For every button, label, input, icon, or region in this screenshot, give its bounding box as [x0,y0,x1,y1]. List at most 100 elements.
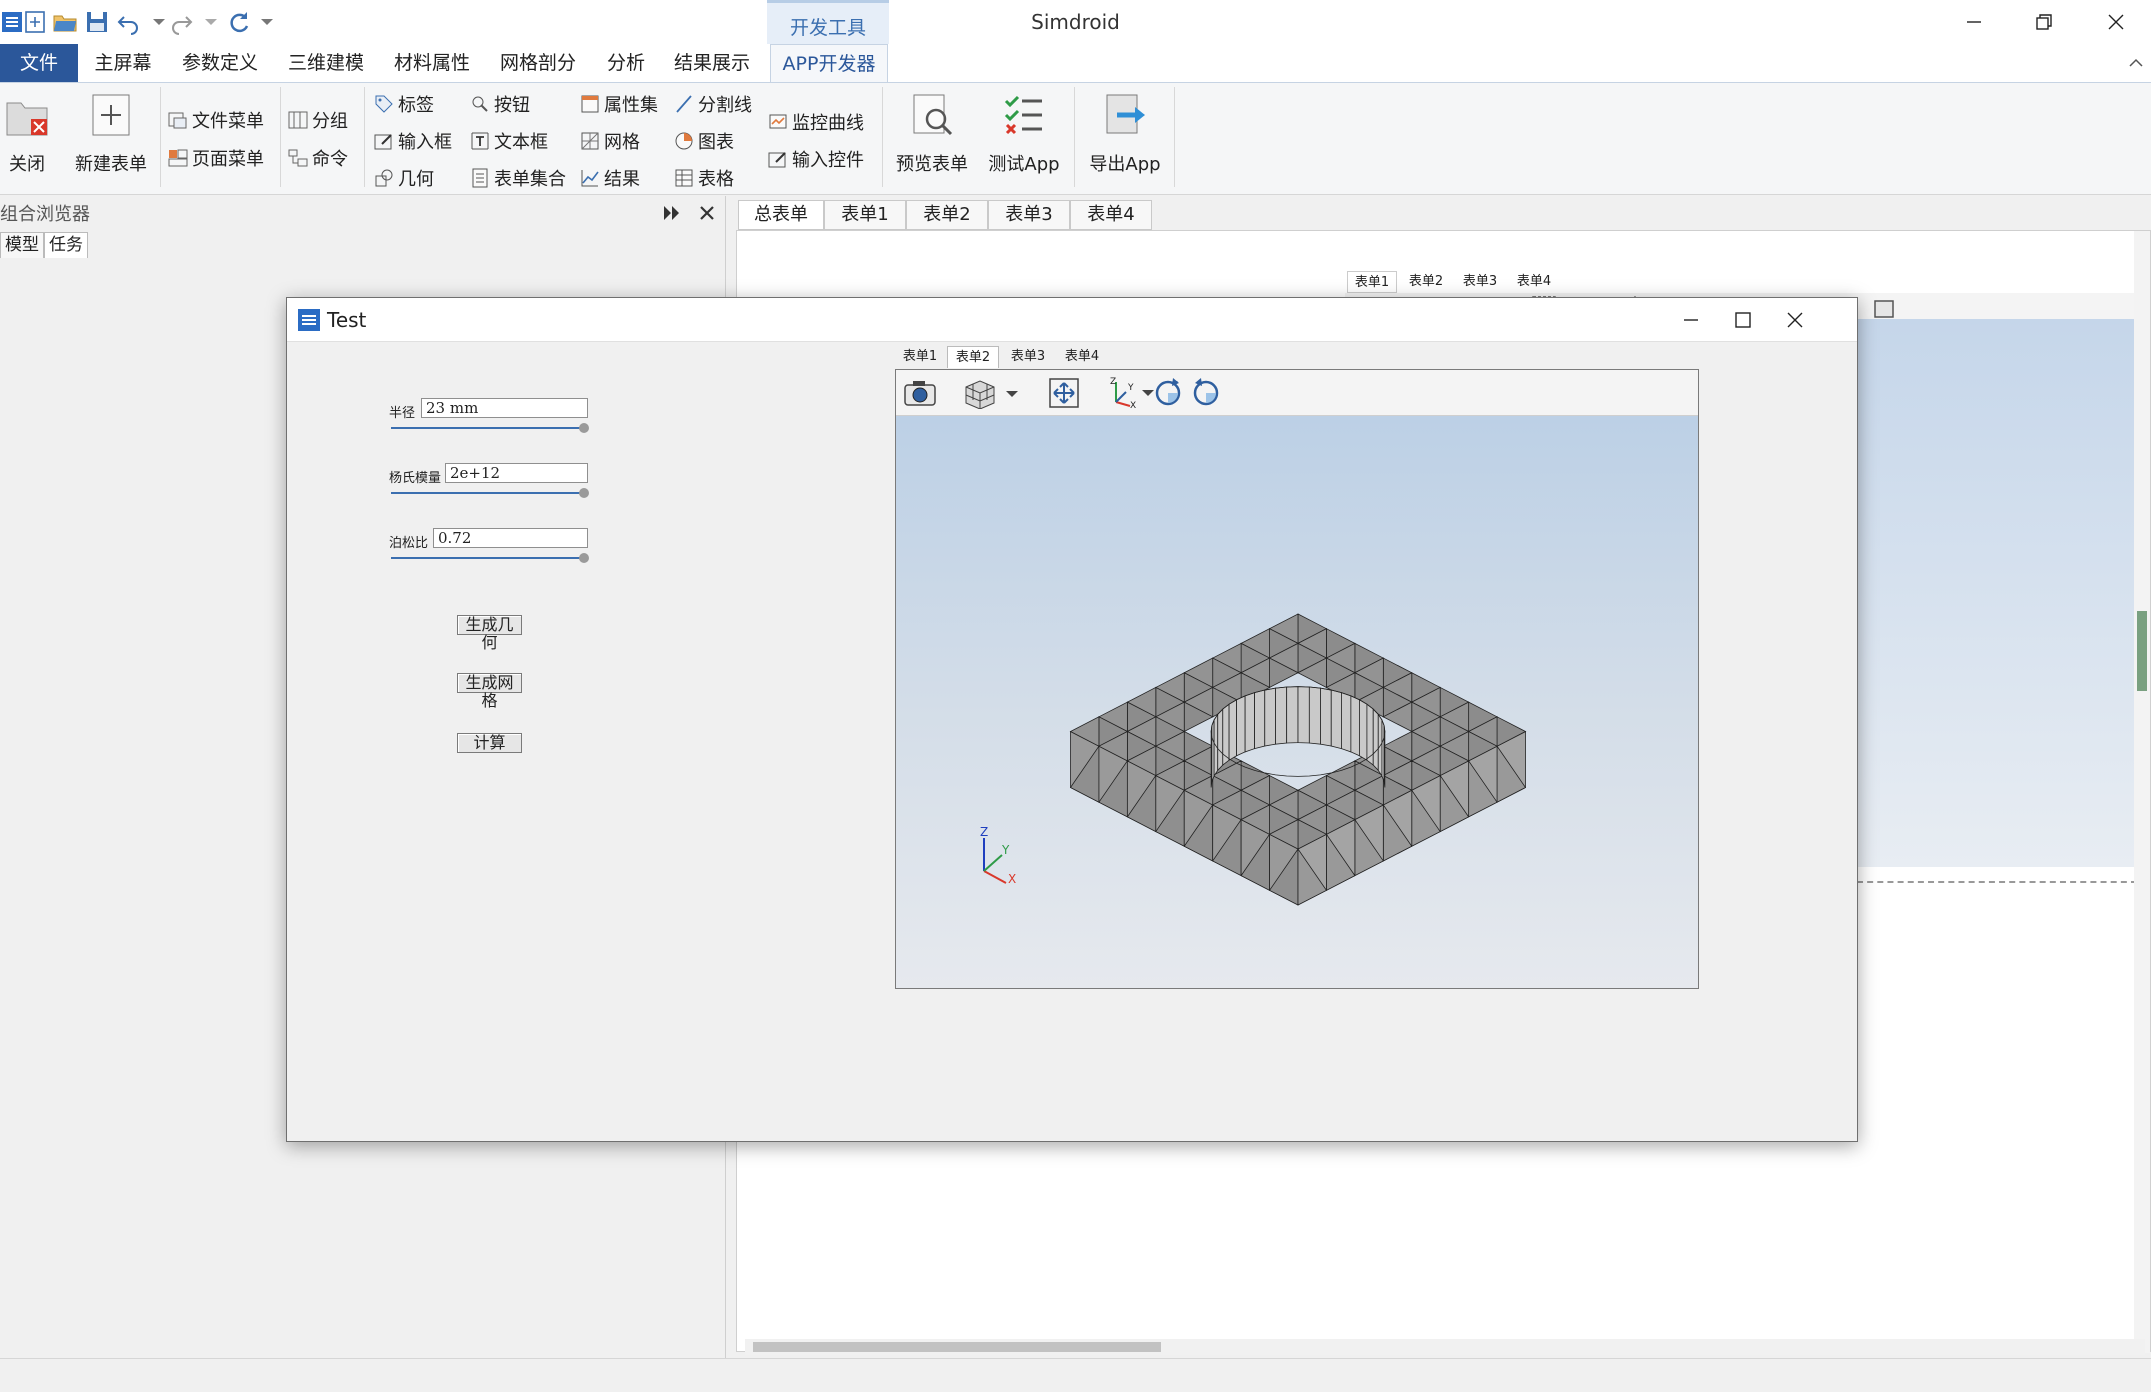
group-button[interactable]: 分组 [288,107,348,137]
horizontal-scrollbar[interactable] [745,1339,2145,1355]
slider-knob[interactable] [579,553,589,563]
svg-text:Z: Z [1110,377,1116,387]
viewport-canvas[interactable]: ZY X [896,416,1698,988]
input-box-tool-button[interactable]: 输入框 [374,128,452,158]
chart-tool-button[interactable]: 图表 [674,128,734,158]
textbox-tool-label: 文本框 [494,132,548,153]
svg-text:X: X [1008,872,1016,886]
collapse-ribbon-icon[interactable] [2128,56,2144,70]
divider-tool-button[interactable]: 分割线 [674,91,752,121]
menu-3d-modeling[interactable]: 三维建模 [284,44,368,82]
input-control-tool-button[interactable]: 输入控件 [768,146,864,176]
label-tool-button[interactable]: 标签 [374,91,434,121]
rotate-clockwise-icon [1155,378,1181,406]
status-bar [0,1358,2151,1392]
menu-file[interactable]: 文件 [0,44,78,82]
dialog-maximize-button[interactable] [1717,298,1769,342]
result-tool-button[interactable]: 结果 [580,165,640,195]
view-cube-dropdown[interactable] [958,376,1020,410]
page-menu-icon [168,149,188,167]
dialog-minimize-button[interactable] [1665,298,1717,342]
bg-view-tab-3[interactable]: 表单3 [1455,271,1505,293]
monitor-curve-tool-button[interactable]: 监控曲线 [768,109,864,139]
test-app-button[interactable]: 测试App [984,91,1064,176]
radius-input[interactable]: 23 mm [421,398,588,418]
menu-parameters[interactable]: 参数定义 [178,44,262,82]
radius-slider[interactable] [391,423,589,433]
youngs-modulus-input[interactable]: 2e+12 [445,463,588,483]
bg-view-tab-2[interactable]: 表单2 [1401,271,1451,293]
view-tab-3[interactable]: 表单3 [1003,346,1053,368]
view-tab-2[interactable]: 表单2 [947,346,999,368]
tab-task[interactable]: 任务 [44,232,88,258]
slider-knob[interactable] [579,423,589,433]
dialog-close-button[interactable] [1769,298,1821,342]
svg-text:X: X [1130,401,1136,410]
vertical-scrollbar[interactable] [2134,231,2150,1353]
generate-geometry-button[interactable]: 生成几何 [457,615,522,652]
export-app-button[interactable]: 导出App [1084,91,1166,176]
new-form-button[interactable]: 新建表单 [66,91,156,176]
preview-form-button[interactable]: 预览表单 [892,91,972,176]
table-icon [675,169,693,187]
rotate-cw-button[interactable] [1148,376,1188,410]
dock-panel-icon[interactable] [662,204,682,222]
test-dialog: Test 半径 23 mm 杨氏模量 2e+12 泊松比 0.72 生成几何 生… [286,297,1858,1142]
menu-analysis[interactable]: 分析 [600,44,652,82]
preview-form-label: 预览表单 [896,154,968,175]
textbox-tool-button[interactable]: 文本框 [470,128,548,158]
form-set-tool-button[interactable]: 表单集合 [470,165,566,195]
menu-home[interactable]: 主屏幕 [86,44,160,82]
poisson-ratio-slider[interactable] [391,553,589,563]
command-button[interactable]: 命令 [288,145,348,175]
page-menu-label: 页面菜单 [192,149,264,170]
close-form-button[interactable]: 关闭 [0,91,54,176]
geometry-tool-label: 几何 [398,169,434,190]
mesh-hole-wall [1236,695,1246,757]
poisson-ratio-input[interactable]: 0.72 [433,528,588,548]
browser-tabs: 模型 任务 [0,232,88,258]
menu-app-developer[interactable]: APP开发器 [770,44,888,82]
menu-meshing[interactable]: 网格剖分 [496,44,580,82]
mesh-hole-wall [1286,686,1299,744]
minimize-button[interactable] [1941,0,2007,44]
scrollbar-thumb[interactable] [753,1342,1161,1352]
mesh-tool-button[interactable]: 网格 [580,128,640,158]
compute-button[interactable]: 计算 [457,733,522,753]
new-form-label: 新建表单 [75,154,147,175]
table-tool-button[interactable]: 表格 [674,165,734,195]
viewport-3d[interactable]: ZYX ZYX [895,369,1699,989]
close-panel-icon[interactable] [698,204,716,222]
mesh-hole-wall [1217,708,1224,772]
close-window-button[interactable] [2083,0,2149,44]
tab-form4[interactable]: 表单4 [1070,200,1152,230]
generate-mesh-button[interactable]: 生成网格 [457,673,522,710]
property-set-tool-button[interactable]: 属性集 [580,91,658,121]
file-menu-button[interactable]: 文件菜单 [168,107,264,137]
screenshot-button[interactable] [900,376,940,410]
tab-form1[interactable]: 表单1 [824,200,906,230]
button-tool-button[interactable]: 按钮 [470,91,530,121]
plate-with-hole-mesh [1069,613,1527,906]
geometry-tool-button[interactable]: 几何 [374,165,434,195]
bg-view-tab-1[interactable]: 表单1 [1347,271,1397,293]
page-menu-button[interactable]: 页面菜单 [168,145,264,175]
rotate-ccw-button[interactable] [1186,376,1226,410]
tab-form2[interactable]: 表单2 [906,200,988,230]
menu-results[interactable]: 结果展示 [670,44,754,82]
axis-triad-icon: ZY X [980,826,1016,886]
menu-material[interactable]: 材料属性 [390,44,474,82]
tab-model[interactable]: 模型 [0,232,44,258]
fit-view-button[interactable] [1044,376,1084,410]
input-control-tool-label: 输入控件 [792,150,864,171]
slider-knob[interactable] [579,488,589,498]
youngs-modulus-slider[interactable] [391,488,589,498]
tab-main-form[interactable]: 总表单 [738,200,824,230]
view-tab-4[interactable]: 表单4 [1057,346,1107,368]
view-tab-1[interactable]: 表单1 [895,346,945,368]
tab-form3[interactable]: 表单3 [988,200,1070,230]
restore-button[interactable] [2011,0,2077,44]
bg-view-tab-4[interactable]: 表单4 [1509,271,1559,293]
scrollbar-thumb[interactable] [2137,611,2147,691]
mesh-hole-wall [1213,712,1219,778]
